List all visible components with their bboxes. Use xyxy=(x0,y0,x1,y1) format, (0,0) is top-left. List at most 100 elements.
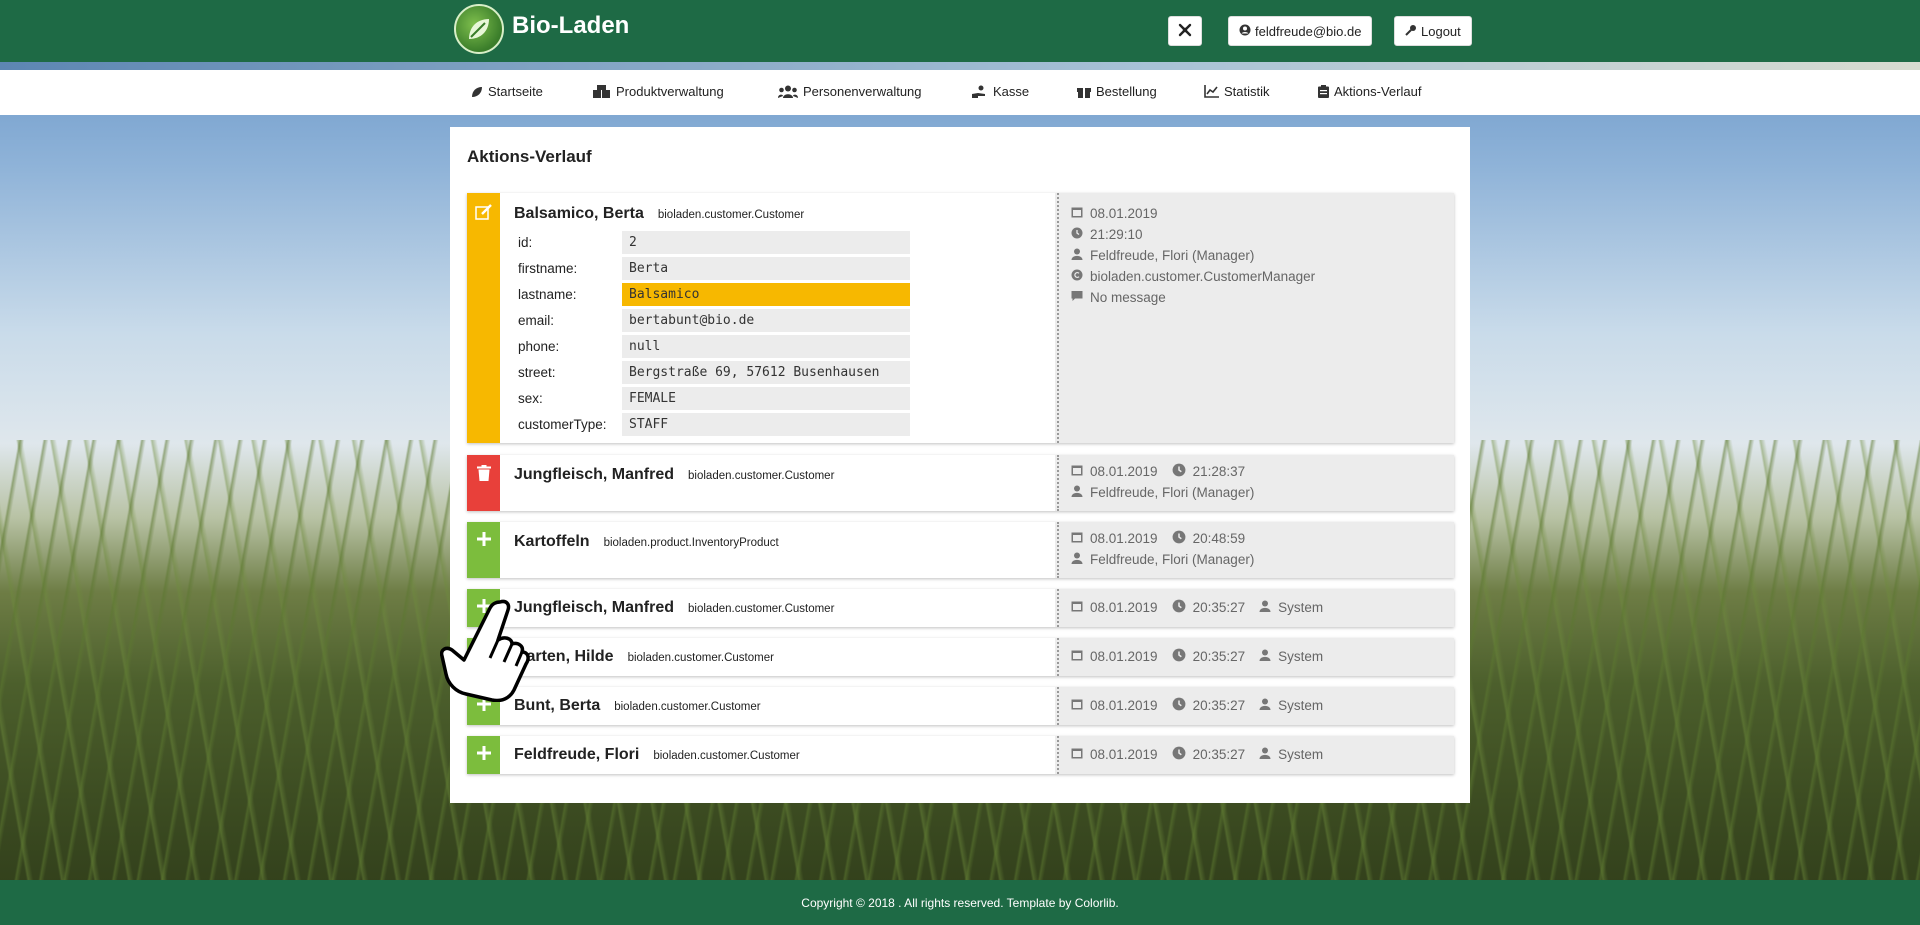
delete-action-bar xyxy=(467,455,500,511)
entry-content: Garten, Hilde bioladen.customer.Customer xyxy=(500,638,1055,676)
nav-item-aktions-verlauf[interactable]: Aktions-Verlauf xyxy=(1318,84,1421,99)
field-row: street: Bergstraße 69, 57612 Busenhausen xyxy=(518,359,910,385)
field-table: id: 2 firstname: Berta lastname: Balsamico … xyxy=(518,229,910,437)
history-entry[interactable]: Feldfreude, Flori bioladen.customer.Cust… xyxy=(467,736,1454,774)
history-entry[interactable]: Balsamico, Berta bioladen.customer.Custo… xyxy=(467,193,1454,443)
entry-type: bioladen.customer.Customer xyxy=(688,603,835,615)
logout-label: Logout xyxy=(1421,23,1461,39)
hand-pointer-cursor-icon xyxy=(439,598,530,705)
plus-icon xyxy=(476,532,491,578)
clock-icon xyxy=(1172,530,1186,547)
entry-name: Kartoffeln xyxy=(514,533,590,550)
user-account-button[interactable]: feldfreude@bio.de xyxy=(1228,16,1373,46)
clock-icon xyxy=(1172,599,1186,616)
nav-item-produktverwaltung[interactable]: Produktverwaltung xyxy=(593,84,724,99)
entry-name: Jungfleisch, Manfred xyxy=(514,466,675,483)
entry-date: 08.01.2019 xyxy=(1090,600,1158,615)
nav-item-kasse[interactable]: Kasse xyxy=(972,84,1029,99)
entry-time: 20:35:27 xyxy=(1192,600,1246,615)
trash-icon xyxy=(476,465,491,511)
gift-icon xyxy=(1077,85,1091,98)
page-title: Aktions-Verlauf xyxy=(467,147,592,166)
history-entry[interactable]: Jungfleisch, Manfred bioladen.customer.C… xyxy=(467,589,1454,627)
edit-icon xyxy=(474,203,493,443)
user-icon xyxy=(1071,248,1083,263)
user-email-label: feldfreude@bio.de xyxy=(1255,23,1362,39)
entry-user: System xyxy=(1278,600,1324,615)
entry-content: Jungfleisch, Manfred bioladen.customer.C… xyxy=(500,455,1055,511)
edit-action-bar xyxy=(467,193,500,443)
field-row: firstname: Berta xyxy=(518,255,910,281)
entry-user: System xyxy=(1278,698,1324,713)
nav-item-startseite[interactable]: Startseite xyxy=(471,84,543,99)
entry-user: Feldfreude, Flori (Manager) xyxy=(1090,552,1255,567)
logout-button[interactable]: Logout xyxy=(1394,16,1472,46)
nav-item-statistik[interactable]: Statistik xyxy=(1204,84,1270,99)
entry-meta: 08.01.2019 21:28:37 Feldfreude, Flori (M… xyxy=(1057,455,1454,511)
entry-meta: 08.01.2019 20:48:59 Feldfreude, Flori (M… xyxy=(1057,522,1454,578)
user-icon xyxy=(1259,698,1271,713)
entry-time: 20:35:27 xyxy=(1192,747,1246,762)
settings-button[interactable] xyxy=(1168,16,1202,46)
entry-user: Feldfreude, Flori (Manager) xyxy=(1090,485,1255,500)
comment-icon xyxy=(1071,290,1083,305)
user-icon xyxy=(1259,747,1271,762)
add-action-bar xyxy=(467,736,500,774)
entry-date: 08.01.2019 xyxy=(1090,649,1158,664)
field-row: sex: FEMALE xyxy=(518,385,910,411)
field-row: phone: null xyxy=(518,333,910,359)
calendar-icon xyxy=(1071,698,1083,713)
main-nav: Startseite Produktverwaltung Personenver… xyxy=(0,70,1920,115)
entry-source: bioladen.customer.CustomerManager xyxy=(1090,269,1316,284)
plus-icon xyxy=(476,746,491,774)
clock-icon xyxy=(1172,697,1186,714)
calendar-icon xyxy=(1071,464,1083,479)
nav-item-bestellung[interactable]: Bestellung xyxy=(1077,84,1157,99)
field-row: id: 2 xyxy=(518,229,910,255)
history-entry[interactable]: Garten, Hilde bioladen.customer.Customer… xyxy=(467,638,1454,676)
history-entry[interactable]: Jungfleisch, Manfred bioladen.customer.C… xyxy=(467,455,1454,511)
hand-coin-icon xyxy=(972,85,988,98)
tools-icon xyxy=(1178,23,1192,40)
entry-content: Bunt, Berta bioladen.customer.Customer xyxy=(500,687,1055,725)
entry-date: 08.01.2019 xyxy=(1090,206,1158,221)
entry-name: Jungfleisch, Manfred xyxy=(514,599,675,616)
clock-icon xyxy=(1071,227,1083,242)
entry-time: 20:35:27 xyxy=(1192,698,1246,713)
entry-meta: 08.01.2019 20:35:27 System xyxy=(1057,638,1454,676)
nav-item-personenverwaltung[interactable]: Personenverwaltung xyxy=(778,84,922,99)
footer-text: Copyright © 2018 . All rights reserved. … xyxy=(801,895,1119,910)
header-stripe xyxy=(0,62,1920,70)
entry-name: Feldfreude, Flori xyxy=(514,746,640,763)
entry-time: 21:29:10 xyxy=(1090,227,1143,242)
clock-icon xyxy=(1172,648,1186,665)
leaf-icon xyxy=(471,86,483,98)
entry-content: Kartoffeln bioladen.product.InventoryPro… xyxy=(500,522,1055,578)
entry-time: 21:28:37 xyxy=(1192,464,1246,479)
main-panel: Aktions-Verlauf Balsamico, Berta biolade… xyxy=(450,127,1470,803)
entry-time: 20:35:27 xyxy=(1192,649,1246,664)
entry-type: bioladen.customer.Customer xyxy=(653,750,800,762)
entry-time: 20:48:59 xyxy=(1192,531,1246,546)
top-header: Bio-Laden feldfreude@bio.de Logout xyxy=(0,0,1920,62)
clock-icon xyxy=(1172,746,1186,763)
history-entry[interactable]: Kartoffeln bioladen.product.InventoryPro… xyxy=(467,522,1454,578)
entry-user: Feldfreude, Flori (Manager) xyxy=(1090,248,1255,263)
logo-icon[interactable] xyxy=(454,4,504,54)
entry-date: 08.01.2019 xyxy=(1090,531,1158,546)
entry-content: Jungfleisch, Manfred bioladen.customer.C… xyxy=(500,589,1055,627)
calendar-icon xyxy=(1071,600,1083,615)
calendar-icon xyxy=(1071,531,1083,546)
entry-type: bioladen.customer.Customer xyxy=(614,701,761,713)
calendar-icon xyxy=(1071,747,1083,762)
entry-type: bioladen.customer.Customer xyxy=(627,652,774,664)
clock-icon xyxy=(1172,463,1186,480)
history-entry[interactable]: Bunt, Berta bioladen.customer.Customer 0… xyxy=(467,687,1454,725)
key-icon xyxy=(1405,24,1417,39)
entry-type: bioladen.customer.Customer xyxy=(657,209,805,221)
entry-type: bioladen.product.InventoryProduct xyxy=(603,537,779,549)
user-icon xyxy=(1071,485,1083,500)
add-action-bar xyxy=(467,522,500,578)
copyright-icon xyxy=(1071,269,1083,284)
brand-title[interactable]: Bio-Laden xyxy=(512,12,629,40)
